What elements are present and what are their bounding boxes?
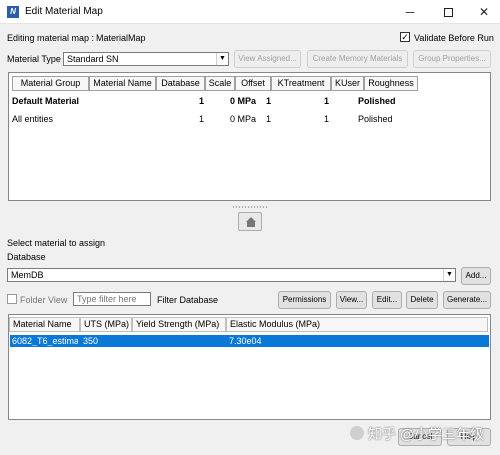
add-database-button[interactable]: Add... — [461, 267, 491, 285]
cell-scale: 1 — [199, 96, 205, 106]
column-header-scale[interactable]: Scale — [205, 76, 235, 91]
column-header-roughness[interactable]: Roughness — [364, 76, 418, 91]
column-header-material-name[interactable]: Material Name — [89, 76, 156, 91]
maximize-button[interactable] — [430, 0, 466, 24]
cell-ktreatment: 1 — [266, 114, 272, 124]
column-header-kuser[interactable]: KUser — [331, 76, 364, 91]
cell-roughness: Polished — [358, 96, 396, 106]
check-icon: ✓ — [401, 32, 409, 42]
cell-roughness: Polished — [358, 114, 393, 124]
folder-view-label: Folder View — [20, 295, 68, 305]
table-row[interactable]: 6082_T6_estimate 350 7.30e04 — [10, 335, 489, 347]
material-type-select[interactable]: Standard SN ▼ — [63, 52, 229, 66]
group-properties-button[interactable]: Group Properties... — [413, 50, 491, 68]
folder-view-checkbox[interactable] — [7, 294, 17, 304]
splitter-handle[interactable] — [0, 204, 500, 210]
cell-kuser: 1 — [324, 114, 330, 124]
chevron-down-icon[interactable]: ▼ — [443, 269, 455, 281]
create-memory-materials-button[interactable]: Create Memory Materials — [307, 50, 408, 68]
select-material-heading: Select material to assign — [7, 238, 106, 248]
window-title: Edit Material Map — [25, 6, 103, 17]
delete-button[interactable]: Delete — [406, 291, 438, 309]
validate-checkbox[interactable]: ✓ — [400, 32, 410, 42]
column-header-uts[interactable]: UTS (MPa) — [80, 317, 132, 332]
assignment-table[interactable]: Material Group Material Name Database Sc… — [8, 72, 491, 201]
database-label: Database — [7, 252, 46, 262]
cell-group: All entities — [12, 114, 54, 124]
cell-offset: 0 MPa — [230, 96, 257, 106]
generate-button[interactable]: Generate... — [443, 291, 491, 309]
permissions-button[interactable]: Permissions — [278, 291, 331, 309]
watermark-logo-icon — [350, 426, 364, 440]
material-type-value: Standard SN — [67, 54, 119, 64]
column-header-elastic-modulus[interactable]: Elastic Modulus (MPa) — [226, 317, 488, 332]
grip-dots — [232, 206, 268, 208]
editing-label: Editing material map : — [7, 33, 95, 43]
assign-up-button[interactable] — [238, 212, 262, 231]
view-button[interactable]: View... — [336, 291, 367, 309]
column-header-yield-strength[interactable]: Yield Strength (MPa) — [132, 317, 226, 332]
cell-uts: 350 — [83, 336, 99, 346]
database-select[interactable]: MemDB ▼ — [7, 268, 456, 282]
column-header-ktreatment[interactable]: KTreatment — [271, 76, 331, 91]
cell-ktreatment: 1 — [266, 96, 272, 106]
edit-button[interactable]: Edit... — [372, 291, 402, 309]
app-icon: N — [7, 6, 19, 18]
maximize-icon — [443, 8, 453, 18]
chevron-down-icon[interactable]: ▼ — [216, 53, 228, 65]
up-arrow-icon-body — [247, 222, 255, 227]
cell-scale: 1 — [199, 114, 205, 124]
database-value: MemDB — [11, 270, 44, 280]
view-assigned-button[interactable]: View Assigned... — [234, 50, 301, 68]
cell-group: Default Material — [12, 96, 80, 106]
watermark-text: 知乎 @小学三年级 — [368, 426, 485, 442]
filter-database-label: Filter Database — [157, 295, 219, 305]
column-header-material-name[interactable]: Material Name — [9, 317, 80, 332]
column-header-offset[interactable]: Offset — [235, 76, 271, 91]
validate-label: Validate Before Run — [414, 33, 494, 43]
material-type-label: Material Type — [7, 54, 61, 64]
cell-offset: 0 MPa — [230, 114, 257, 124]
minimize-button[interactable]: ─ — [392, 0, 428, 24]
editing-value: MaterialMap — [96, 33, 146, 43]
column-header-material-group[interactable]: Material Group — [12, 76, 89, 91]
material-table[interactable]: Material Name UTS (MPa) Yield Strength (… — [8, 314, 491, 420]
title-bar: N Edit Material Map ─ ✕ — [0, 0, 500, 24]
filter-input[interactable]: Type filter here — [73, 292, 151, 306]
cell-kuser: 1 — [324, 96, 330, 106]
column-header-database[interactable]: Database — [156, 76, 205, 91]
cell-material-name: 6082_T6_estimate — [12, 336, 78, 346]
cell-modulus: 7.30e04 — [229, 336, 262, 346]
close-button[interactable]: ✕ — [466, 0, 500, 24]
